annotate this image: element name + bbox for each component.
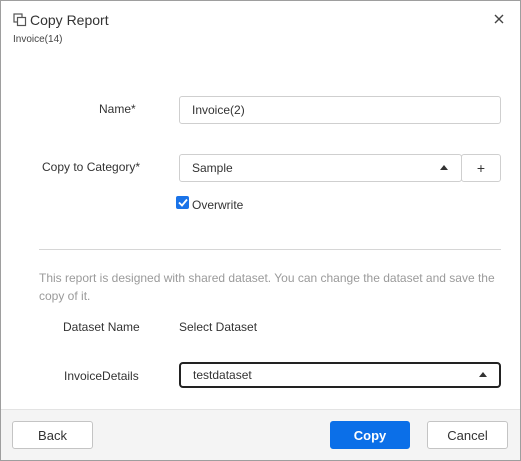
close-icon <box>494 11 504 29</box>
copy-button[interactable]: Copy <box>330 421 410 449</box>
category-required-mark: * <box>135 160 141 174</box>
plus-icon: + <box>476 160 486 176</box>
category-label: Copy to Category <box>42 160 136 174</box>
caret-up-icon <box>440 165 448 170</box>
dialog-header: Copy Report Invoice(14) <box>1 1 520 49</box>
name-input[interactable]: Invoice(2) <box>179 96 501 124</box>
add-category-button[interactable]: + <box>461 154 501 182</box>
back-button[interactable]: Back <box>12 421 93 449</box>
name-input-value: Invoice(2) <box>192 103 245 117</box>
dataset-row-name: InvoiceDetails <box>64 369 139 383</box>
category-select[interactable]: Sample <box>179 154 462 182</box>
category-label-wrap: Copy to Category* <box>42 160 140 174</box>
divider <box>39 249 501 250</box>
copy-report-dialog: Copy Report Invoice(14) Name* Invoice(2)… <box>0 0 521 461</box>
name-label: Name <box>99 102 132 116</box>
dialog-footer: Back Copy Cancel <box>1 409 520 460</box>
checkmark-icon <box>177 198 188 207</box>
dialog-title: Copy Report <box>30 12 109 28</box>
dataset-name-header: Dataset Name <box>63 320 140 334</box>
select-dataset-header: Select Dataset <box>179 320 258 334</box>
dataset-select-value: testdataset <box>193 368 252 382</box>
required-mark: * <box>131 102 136 116</box>
caret-up-icon <box>479 372 487 377</box>
cancel-button[interactable]: Cancel <box>427 421 508 449</box>
dataset-select[interactable]: testdataset <box>179 362 501 388</box>
copy-icon <box>13 13 27 27</box>
name-label-wrap: Name* <box>99 102 136 116</box>
overwrite-label: Overwrite <box>192 198 244 212</box>
category-select-value: Sample <box>192 161 233 175</box>
dialog-subtitle: Invoice(14) <box>13 34 63 45</box>
overwrite-checkbox[interactable] <box>176 196 189 209</box>
shared-dataset-info: This report is designed with shared data… <box>39 271 495 303</box>
close-button[interactable] <box>490 11 508 29</box>
